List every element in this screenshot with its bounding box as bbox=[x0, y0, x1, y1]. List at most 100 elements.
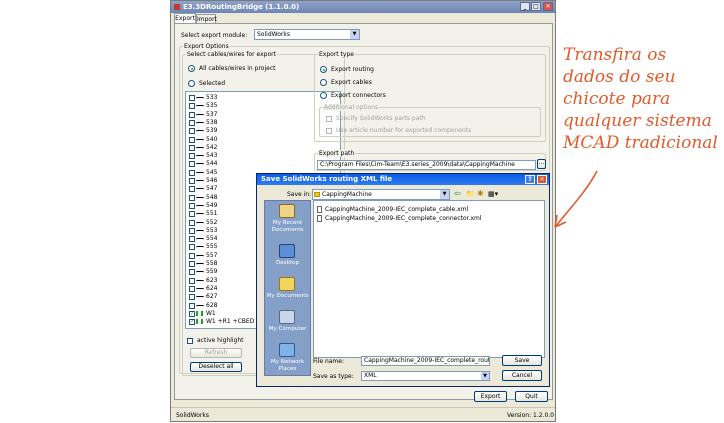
wire-icon bbox=[196, 146, 204, 150]
export-module-select[interactable]: SolidWorks ▼ bbox=[254, 29, 360, 40]
quit-button[interactable]: Quit bbox=[515, 391, 548, 402]
xml-file-icon bbox=[317, 215, 322, 222]
chevron-down-icon: ▼ bbox=[440, 190, 449, 199]
help-button[interactable]: ? bbox=[525, 175, 535, 184]
minimize-button[interactable]: _ bbox=[520, 2, 530, 11]
cable-checkbox[interactable]: ✓ bbox=[189, 319, 195, 326]
annotation-line: dados do seu bbox=[563, 67, 676, 87]
place-my-documents-label: My Documents bbox=[266, 293, 309, 299]
export-connectors-radio[interactable] bbox=[320, 92, 327, 99]
cable-checkbox[interactable] bbox=[189, 144, 195, 151]
export-routing-radio[interactable] bbox=[320, 66, 327, 73]
cable-name: 553 bbox=[206, 226, 218, 234]
new-folder-icon[interactable]: ✱ bbox=[477, 189, 484, 198]
up-folder-icon[interactable]: 📁 bbox=[466, 190, 475, 198]
place-desktop-label: Desktop bbox=[275, 260, 300, 266]
cable-checkbox[interactable] bbox=[189, 219, 195, 226]
file-list[interactable]: CappingMachine_2009-IEC_complete_cable.x… bbox=[313, 200, 545, 358]
cable-checkbox[interactable] bbox=[189, 194, 195, 201]
title-bar[interactable]: E3.3DRoutingBridge (1.1.0.0) _ □ ✕ bbox=[171, 1, 555, 13]
export-cables-label: Export cables bbox=[331, 79, 372, 86]
deselect-all-button[interactable]: Deselect all bbox=[190, 362, 242, 372]
wire-icon bbox=[196, 188, 204, 191]
status-version: Version: 1.2.0.0 bbox=[507, 412, 554, 419]
maximize-button[interactable]: □ bbox=[531, 2, 541, 11]
cable-checkbox[interactable] bbox=[189, 128, 195, 135]
place-recent-label: My Recent Documents bbox=[271, 220, 304, 233]
cable-checkbox[interactable] bbox=[189, 277, 195, 284]
cable-name: 548 bbox=[206, 193, 218, 201]
cable-checkbox[interactable] bbox=[189, 227, 195, 234]
export-cables-radio[interactable] bbox=[320, 79, 327, 86]
cable-checkbox[interactable] bbox=[189, 153, 195, 160]
cable-checkbox[interactable] bbox=[189, 244, 195, 251]
export-path-input[interactable]: C:\Program Files\Cim-Team\E3.series_2009… bbox=[317, 160, 536, 170]
cable-checkbox[interactable]: ✓ bbox=[189, 310, 195, 317]
selected-radio[interactable] bbox=[188, 80, 195, 87]
save-button[interactable]: Save bbox=[502, 355, 542, 366]
save-as-type-select[interactable]: XML ▼ bbox=[361, 371, 490, 381]
file-name-input[interactable]: CappingMachine_2009-IEC_complete_routing… bbox=[361, 356, 490, 366]
cable-name: 546 bbox=[206, 177, 218, 184]
cable-name: 555 bbox=[206, 243, 218, 251]
cable-checkbox[interactable] bbox=[189, 261, 195, 267]
export-options-label: Export Options bbox=[183, 43, 230, 50]
cable-checkbox[interactable] bbox=[189, 302, 195, 309]
cable-checkbox[interactable] bbox=[189, 252, 195, 259]
dialog-title-bar[interactable]: Save SolidWorks routing XML file ? ✕ bbox=[257, 174, 549, 185]
cancel-button[interactable]: Cancel bbox=[502, 370, 542, 381]
cable-icon bbox=[196, 310, 203, 316]
annotation-line: chicote para bbox=[563, 89, 671, 109]
close-button[interactable]: ✕ bbox=[543, 2, 553, 11]
wire-icon bbox=[196, 105, 204, 108]
file-name-label: File name: bbox=[313, 358, 344, 365]
export-button[interactable]: Export bbox=[474, 391, 507, 402]
wire-icon bbox=[196, 171, 204, 175]
cable-name: 557 bbox=[206, 251, 218, 259]
wire-icon bbox=[196, 279, 204, 283]
wire-icon bbox=[196, 213, 204, 216]
use-article-checkbox[interactable] bbox=[326, 128, 332, 134]
cable-checkbox[interactable] bbox=[189, 103, 195, 110]
cable-icon bbox=[196, 319, 203, 325]
cable-checkbox[interactable] bbox=[189, 178, 195, 184]
file-name: CappingMachine_2009-IEC_complete_cable.x… bbox=[325, 206, 469, 213]
cable-checkbox[interactable] bbox=[189, 111, 195, 118]
cable-checkbox[interactable] bbox=[189, 294, 195, 301]
back-icon[interactable]: ⇦ bbox=[454, 189, 461, 198]
annotation-arrow-icon bbox=[554, 170, 598, 228]
cable-checkbox[interactable] bbox=[189, 269, 195, 276]
places-bar: My Recent Documents Desktop My Documents… bbox=[264, 200, 311, 376]
window-title: E3.3DRoutingBridge (1.1.0.0) bbox=[183, 3, 300, 11]
wire-icon bbox=[196, 180, 204, 183]
cable-checkbox[interactable] bbox=[189, 186, 195, 193]
save-as-type-label: Save as type: bbox=[313, 373, 354, 380]
save-dialog: Save SolidWorks routing XML file ? ✕ Sav… bbox=[256, 173, 550, 387]
file-name: CappingMachine_2009-IEC_complete_connect… bbox=[325, 215, 482, 222]
specify-parts-label: Specify SolidWorks parts path bbox=[336, 115, 426, 122]
specify-parts-checkbox[interactable] bbox=[326, 116, 332, 122]
cable-name: 558 bbox=[206, 260, 218, 267]
cable-name: 627 bbox=[206, 293, 218, 301]
desktop-icon bbox=[279, 244, 295, 258]
cable-name: 624 bbox=[206, 284, 218, 292]
annotation-line: Transfira os bbox=[563, 45, 667, 65]
cable-checkbox[interactable] bbox=[189, 161, 195, 168]
my-documents-icon bbox=[279, 277, 295, 291]
cable-checkbox[interactable] bbox=[189, 211, 195, 218]
annotation-line: qualquer sistema bbox=[563, 111, 712, 131]
refresh-button[interactable]: Refresh bbox=[190, 348, 242, 358]
cable-checkbox[interactable] bbox=[189, 95, 195, 101]
view-menu-icon[interactable]: ▦▾ bbox=[488, 190, 498, 198]
cable-checkbox[interactable] bbox=[189, 119, 195, 126]
cable-checkbox[interactable] bbox=[189, 236, 195, 243]
cable-checkbox[interactable] bbox=[189, 202, 195, 209]
cable-checkbox[interactable] bbox=[189, 136, 195, 143]
cable-checkbox[interactable] bbox=[189, 169, 195, 176]
active-highlight-checkbox[interactable] bbox=[187, 338, 193, 344]
save-in-select[interactable]: CappingMachine ▼ bbox=[312, 189, 450, 200]
use-article-label: Use article number for exported componen… bbox=[336, 127, 472, 134]
all-cables-radio[interactable] bbox=[188, 65, 195, 72]
cable-name: 559 bbox=[206, 268, 218, 276]
cable-checkbox[interactable] bbox=[189, 285, 195, 292]
